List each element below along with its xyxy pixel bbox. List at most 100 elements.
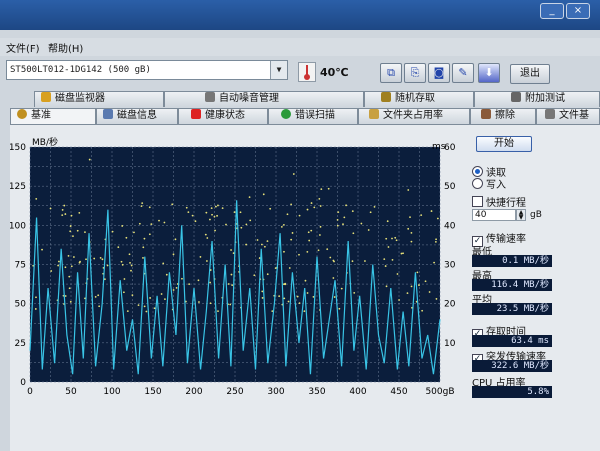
tab-error-scan[interactable]: 错误扫描 xyxy=(268,108,358,124)
access-time-point xyxy=(117,246,120,249)
access-time-point xyxy=(78,212,81,214)
access-time-point xyxy=(225,223,227,226)
access-time-point xyxy=(245,243,248,246)
access-time-point xyxy=(385,237,388,240)
drive-select[interactable]: ST500LT012-1DG142 (500 gB) ▼ xyxy=(6,60,288,80)
access-time-point xyxy=(336,224,339,227)
options-icon[interactable]: ✎ xyxy=(452,63,474,83)
access-time-point xyxy=(336,219,339,221)
access-time-point xyxy=(69,300,72,303)
spinner-arrows-icon[interactable]: ▲ ▼ xyxy=(516,209,526,221)
tab-disk-monitor[interactable]: 磁盘监视器 xyxy=(34,91,164,107)
access-time-point xyxy=(245,223,248,226)
tab-benchmark[interactable]: 基准 xyxy=(10,108,96,125)
access-time-point xyxy=(306,292,309,294)
access-time-point xyxy=(63,204,66,207)
access-time-point xyxy=(191,214,194,217)
access-time-point xyxy=(391,237,393,240)
menu-help[interactable]: 帮助(H) xyxy=(48,40,83,55)
speaker-icon xyxy=(205,92,215,102)
menu-file[interactable]: 文件(F) xyxy=(6,40,40,55)
access-time-point xyxy=(353,291,356,294)
access-time-point xyxy=(79,260,81,263)
access-time-point xyxy=(171,203,174,206)
access-time-point xyxy=(229,303,232,306)
access-time-point xyxy=(367,229,370,231)
access-time-point xyxy=(122,291,125,294)
close-icon[interactable]: × xyxy=(566,3,590,19)
access-time-point xyxy=(283,283,285,286)
access-time-point xyxy=(67,255,70,257)
tab-erase[interactable]: 擦除 xyxy=(470,108,536,124)
access-time-point xyxy=(129,261,131,264)
x-tick-label: 300 xyxy=(267,387,284,397)
access-time-point xyxy=(343,216,346,219)
access-time-point xyxy=(61,209,64,211)
access-time-point xyxy=(329,256,332,259)
short-stroke-checkbox[interactable]: 快捷行程 xyxy=(472,194,526,209)
minimize-icon[interactable]: _ xyxy=(540,3,564,19)
access-time-point xyxy=(387,246,390,248)
x-tick-label: 100 xyxy=(103,387,120,397)
tab-disk-info[interactable]: 磁盘信息 xyxy=(96,108,178,124)
menu-bar: 文件(F) 帮助(H) xyxy=(0,38,600,56)
copy-text-icon[interactable]: ⎘ xyxy=(404,63,426,83)
tab-file-benchmark[interactable]: 文件基 xyxy=(536,108,600,124)
access-time-point xyxy=(101,258,104,261)
access-time-point xyxy=(205,211,208,214)
access-time-point xyxy=(64,213,67,215)
save-icon[interactable]: ⬇ xyxy=(478,63,500,83)
access-time-point xyxy=(35,198,38,200)
access-time-point xyxy=(140,205,143,208)
chevron-down-icon[interactable]: ▼ xyxy=(270,61,287,79)
access-time-point xyxy=(313,206,316,209)
tab-health[interactable]: 健康状态 xyxy=(178,108,268,124)
y-tick-label-left: 50 xyxy=(15,300,27,310)
access-time-point xyxy=(64,295,67,297)
access-time-point xyxy=(138,222,141,225)
tab-folder-usage[interactable]: 文件夹占用率 xyxy=(358,108,470,124)
tab-random-access[interactable]: 随机存取 xyxy=(364,91,474,107)
start-button[interactable]: 开始 xyxy=(476,136,532,152)
access-time-point xyxy=(49,207,52,210)
exit-button[interactable]: 退出 xyxy=(510,64,550,84)
y-tick-label-left: 150 xyxy=(10,143,26,153)
access-time-point xyxy=(73,256,75,258)
access-time-point xyxy=(97,294,100,297)
access-time-point xyxy=(434,240,437,243)
access-time-point xyxy=(398,299,400,301)
access-time-point xyxy=(231,284,234,287)
access-time-point xyxy=(298,253,300,256)
access-time-point xyxy=(34,308,37,310)
access-time-point xyxy=(206,260,208,262)
access-time-point xyxy=(94,295,97,298)
info-icon xyxy=(103,109,113,119)
access-time-point xyxy=(240,226,243,229)
access-time-point xyxy=(57,264,60,267)
copy-icon[interactable]: ⧉ xyxy=(380,63,402,83)
access-time-point xyxy=(209,218,211,221)
access-time-point xyxy=(148,233,151,236)
access-time-point xyxy=(160,293,163,295)
access-time-point xyxy=(214,229,216,232)
write-radio[interactable]: 写入 xyxy=(472,176,506,191)
access-time-point xyxy=(287,300,290,303)
access-time-point xyxy=(360,222,363,225)
access-time-point xyxy=(291,232,294,234)
tab-aam[interactable]: 自动噪音管理 xyxy=(164,91,364,107)
access-time-point xyxy=(72,235,74,238)
access-time-point xyxy=(369,211,372,214)
access-time-point xyxy=(283,297,286,300)
stroke-unit: gB xyxy=(530,210,542,220)
access-time-point xyxy=(342,223,344,226)
camera-icon[interactable]: ◙ xyxy=(428,63,450,83)
tab-extra-tests[interactable]: 附加测试 xyxy=(474,91,600,107)
access-time-point xyxy=(307,231,310,234)
access-time-point xyxy=(111,230,114,233)
access-time-point xyxy=(239,211,242,214)
access-time-point xyxy=(395,239,398,242)
access-time-point xyxy=(230,273,233,276)
access-time-point xyxy=(198,301,200,303)
stroke-size-input[interactable]: 40 xyxy=(472,209,516,221)
access-time-point xyxy=(278,295,281,298)
